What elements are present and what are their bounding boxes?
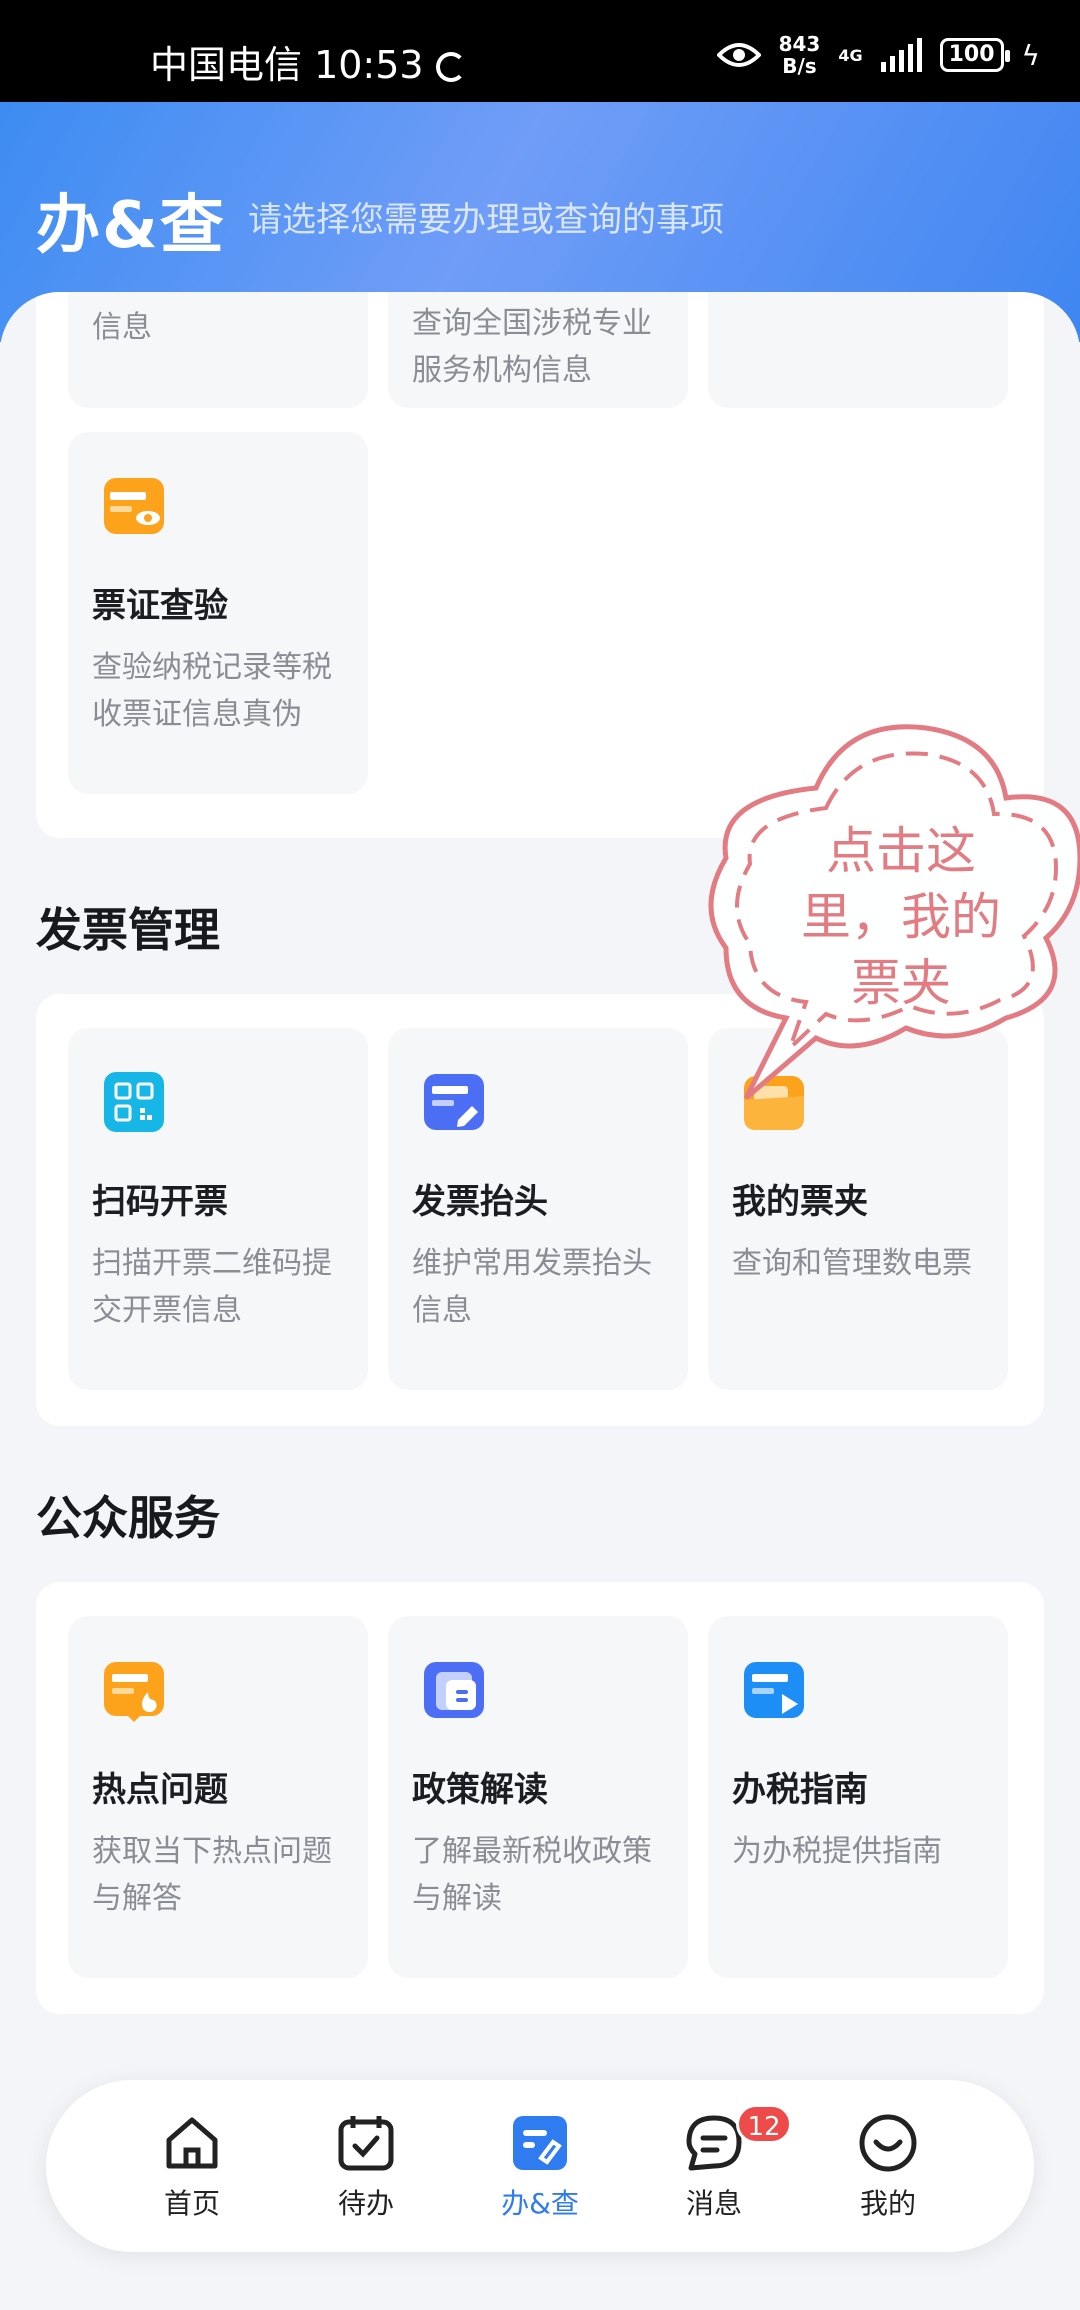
tile-partial-2[interactable]: 查询全国涉税专业服务机构信息 (388, 292, 688, 408)
signal-icon (880, 38, 922, 72)
speed-value: 843 (778, 32, 821, 56)
guide-play-icon (744, 1662, 804, 1718)
tile-desc: 查验纳税记录等税收票证信息真伪 (92, 650, 332, 732)
tile-hot-topics[interactable]: 热点问题 获取当下热点问题与解答 (68, 1616, 368, 1978)
nav-label: 消息 (685, 2187, 742, 2220)
tile-desc: 信息 (92, 310, 152, 345)
eye-icon (716, 43, 761, 67)
invoice-title-edit-icon (424, 1074, 484, 1130)
nav-todo[interactable]: 待办 (306, 2110, 426, 2230)
nav-messages[interactable]: 消息 12 (654, 2104, 792, 2230)
scroll-content[interactable]: 信息 查询全国涉税专业服务机构信息 票证查验 查验纳税记录等税收票证信息真伪 发… (0, 292, 1080, 2310)
public-service-card: 热点问题 获取当下热点问题与解答 政策解读 了解最新税收政策与解读 办税指南 为… (36, 1582, 1044, 2014)
tile-invoice-title[interactable]: 发票抬头 维护常用发票抬头信息 (388, 1028, 688, 1390)
nav-label: 待办 (337, 2187, 394, 2220)
tile-tax-guide[interactable]: 办税指南 为办税提供指南 (708, 1616, 1008, 1978)
tile-name: 扫码开票 (92, 1182, 228, 1222)
bottom-nav: 首页 待办 办&查 消息 12 我的 (46, 2080, 1034, 2252)
home-icon (166, 2117, 218, 2169)
tile-name: 政策解读 (412, 1770, 548, 1810)
tile-desc: 为办税提供指南 (732, 1834, 942, 1869)
tile-desc: 了解最新税收政策与解读 (412, 1834, 652, 1916)
nav-handle-query[interactable]: 办&查 (480, 2110, 600, 2230)
status-right: 843 B/s 4G 100 ϟ (716, 30, 1040, 80)
charging-icon: ϟ (1021, 38, 1040, 72)
page-title: 办&查 (36, 189, 226, 263)
tile-policy-reading[interactable]: 政策解读 了解最新税收政策与解读 (388, 1616, 688, 1978)
message-badge: 12 (736, 2104, 792, 2144)
ticket-verify-icon (104, 478, 164, 534)
tile-desc: 查询和管理数电票 (732, 1246, 972, 1281)
page-subtitle: 请选择您需要办理或查询的事项 (248, 200, 724, 240)
callout-bubble: 点击这里，我的票夹 (706, 708, 1080, 1108)
nav-label: 办&查 (501, 2187, 579, 2220)
qr-scan-icon (104, 1072, 164, 1132)
network-speed: 843 B/s (779, 33, 821, 77)
loading-icon (435, 52, 466, 82)
carrier-time: 中国电信 10:53 (150, 43, 424, 87)
tile-name: 票证查验 (92, 586, 228, 626)
battery-indicator: 100 (939, 38, 1010, 72)
smile-icon (859, 2114, 917, 2172)
tile-partial-3[interactable] (708, 292, 1008, 408)
tile-name: 发票抬头 (412, 1182, 548, 1222)
hot-topic-icon (104, 1662, 164, 1722)
tile-desc: 扫描开票二维码提交开票信息 (92, 1246, 332, 1328)
tile-desc: 查询全国涉税专业服务机构信息 (412, 306, 652, 388)
tile-name: 办税指南 (732, 1770, 868, 1810)
callout-text: 点击这里，我的票夹 (801, 822, 1001, 1012)
tile-desc: 维护常用发票抬头信息 (412, 1246, 652, 1328)
section-title-public: 公众服务 (36, 1491, 220, 1545)
nav-label: 我的 (859, 2187, 916, 2220)
handle-query-icon (513, 2116, 567, 2170)
speed-unit: B/s (782, 54, 817, 78)
tile-ticket-verify[interactable]: 票证查验 查验纳税记录等税收票证信息真伪 (68, 432, 368, 794)
tile-desc: 获取当下热点问题与解答 (92, 1834, 332, 1916)
policy-folder-icon (424, 1662, 484, 1718)
nav-label: 首页 (163, 2187, 220, 2220)
tile-name: 我的票夹 (732, 1182, 868, 1222)
calendar-check-icon (338, 2116, 394, 2171)
status-bar: 中国电信 10:53 843 B/s 4G 100 ϟ (0, 0, 1080, 102)
network-type: 4G (838, 45, 863, 65)
tile-scan-invoice[interactable]: 扫码开票 扫描开票二维码提交开票信息 (68, 1028, 368, 1390)
nav-mine[interactable]: 我的 (828, 2110, 948, 2230)
status-left: 中国电信 10:53 (150, 34, 466, 89)
nav-home[interactable]: 首页 (132, 2110, 252, 2230)
tile-partial-1[interactable]: 信息 (68, 292, 368, 408)
section-title-invoice: 发票管理 (36, 903, 220, 957)
tile-name: 热点问题 (92, 1770, 228, 1810)
